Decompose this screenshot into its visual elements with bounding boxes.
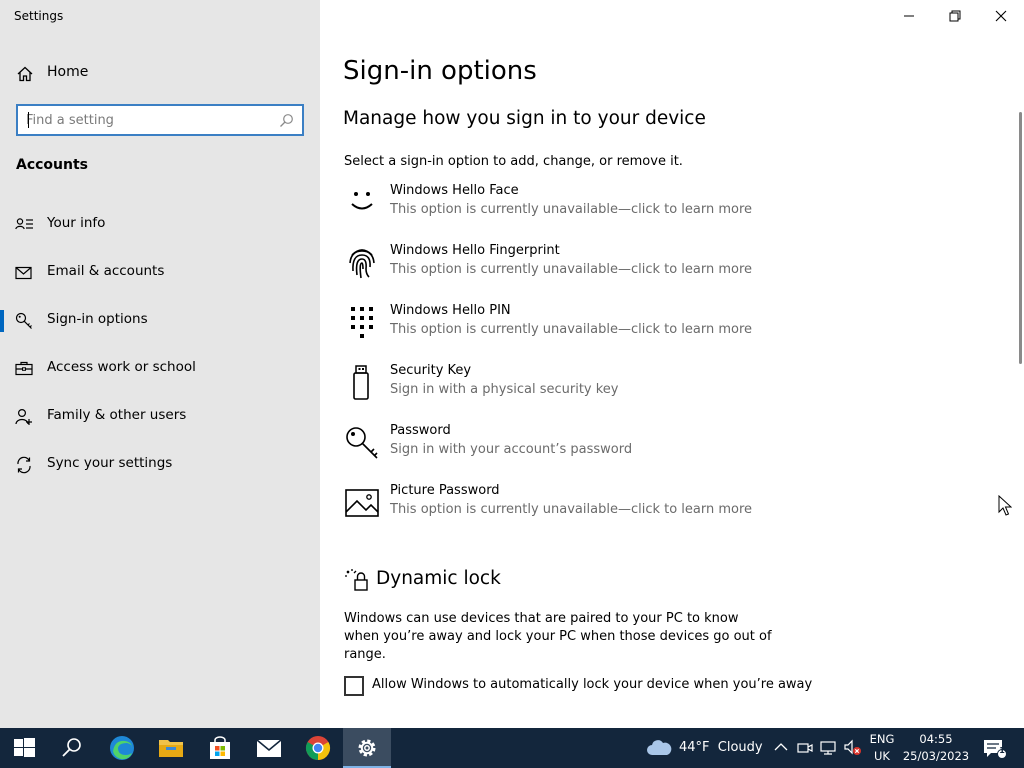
option-title: Windows Hello Fingerprint [390,243,560,258]
option-description: Sign in with your account’s password [390,442,633,457]
restore-button[interactable] [932,0,978,32]
language-indicator-top[interactable]: ENG [866,732,898,746]
taskbar-search-button[interactable] [48,728,96,768]
weather-text[interactable]: 44°F Cloudy [679,740,763,755]
gear-icon [358,739,376,757]
pin-keypad-icon [351,307,373,338]
key-icon [15,312,32,329]
store-bag-icon [210,736,230,759]
minimize-icon [904,15,914,17]
search-icon[interactable] [279,113,294,128]
clock-date[interactable]: 25/03/2023 [902,749,970,763]
sidebar-item-label: Email & accounts [47,263,165,279]
taskbar-edge[interactable] [98,728,146,768]
option-password[interactable]: Password Sign in with your account’s pas… [344,423,784,471]
mail-icon [256,739,282,757]
people-icon [15,408,32,425]
sidebar-item-sign-in-options[interactable]: Sign-in options [0,302,320,340]
start-button[interactable] [0,728,48,768]
taskbar-chrome[interactable] [294,728,342,768]
minimize-button[interactable] [886,0,932,32]
password-key-icon [346,427,378,459]
dynamic-lock-description: Windows can use devices that are paired … [344,611,772,662]
app-title: Settings [14,9,64,23]
search-box[interactable] [16,104,304,136]
option-windows-hello-pin[interactable]: Windows Hello PIN This option is current… [344,303,784,351]
close-icon [995,10,1007,22]
chevron-up-icon[interactable] [774,742,788,752]
fingerprint-icon [349,249,375,279]
sidebar-item-label: Access work or school [47,359,196,375]
option-title: Picture Password [390,483,500,498]
mouse-cursor-icon [998,495,1012,516]
intro-text: Select a sign-in option to add, change, … [344,154,683,169]
option-picture-password[interactable]: Picture Password This option is currentl… [344,483,784,531]
option-windows-hello-fingerprint[interactable]: Windows Hello Fingerprint This option is… [344,243,784,291]
sidebar-item-your-info[interactable]: Your info [0,206,320,244]
option-description: Sign in with a physical security key [390,382,619,397]
meet-now-icon[interactable] [797,740,813,756]
auto-lock-label[interactable]: Allow Windows to automatically lock your… [372,677,812,692]
option-description: This option is currently unavailable—cli… [390,502,753,517]
taskbar-mail[interactable] [245,728,293,768]
option-title: Password [390,423,451,438]
briefcase-icon [15,361,33,376]
taskbar-settings[interactable] [343,728,391,768]
taskbar-store[interactable] [196,728,244,768]
network-icon[interactable] [820,740,838,756]
taskbar: 44°F Cloudy ENG UK 04:55 25/03/2023 1 [0,728,1024,768]
text-caret [28,112,29,128]
face-icon [351,192,373,210]
search-input[interactable] [26,111,276,129]
sidebar-item-family-users[interactable]: Family & other users [0,398,320,436]
taskbar-file-explorer[interactable] [147,728,195,768]
sidebar-section-heading: Accounts [16,157,89,173]
clock-time[interactable]: 04:55 [902,732,970,746]
home-icon [17,66,33,82]
restore-icon [949,10,961,22]
windows-logo-icon [14,738,35,757]
option-security-key[interactable]: Security Key Sign in with a physical sec… [344,363,784,411]
option-windows-hello-face[interactable]: Windows Hello Face This option is curren… [344,183,784,231]
sidebar-item-label: Family & other users [47,407,187,423]
option-description: This option is currently unavailable—cli… [390,202,753,217]
option-title: Windows Hello PIN [390,303,511,318]
chrome-browser-icon [305,736,331,760]
picture-icon [345,489,379,517]
notification-count-badge: 1 [999,746,1005,755]
folder-icon [159,740,183,757]
person-card-icon [15,218,33,230]
option-description: This option is currently unavailable—cli… [390,322,753,337]
option-title: Windows Hello Face [390,183,519,198]
close-button[interactable] [978,0,1024,32]
sidebar-item-access-work[interactable]: Access work or school [0,350,320,388]
active-indicator [0,310,4,332]
sidebar-item-email-accounts[interactable]: Email & accounts [0,254,320,292]
language-indicator-bottom[interactable]: UK [866,749,898,763]
sidebar-home[interactable]: Home [0,58,320,88]
option-description: This option is currently unavailable—cli… [390,262,753,277]
sidebar-home-label: Home [47,64,89,80]
sidebar-item-label: Your info [47,215,106,231]
sidebar: Settings Home Accounts Your info Email & [0,0,320,728]
usb-key-icon [353,365,369,400]
sidebar-item-label: Sync your settings [47,455,173,471]
section-subheading: Manage how you sign in to your device [343,108,706,129]
sidebar-item-sync-settings[interactable]: Sync your settings [0,446,320,484]
dynamic-lock-title: Dynamic lock [376,568,501,589]
search-icon [62,738,81,757]
volume-muted-icon[interactable] [844,739,862,757]
mail-icon [15,266,32,280]
cloud-weather-icon[interactable] [646,739,672,757]
sync-icon [17,456,31,474]
page-title: Sign-in options [343,56,537,86]
option-title: Security Key [390,363,472,378]
auto-lock-checkbox[interactable] [344,676,364,696]
edge-browser-icon [110,736,134,760]
scrollbar-thumb[interactable] [1019,112,1022,364]
sidebar-item-label: Sign-in options [47,311,148,327]
dynamic-lock-icon [345,569,368,591]
